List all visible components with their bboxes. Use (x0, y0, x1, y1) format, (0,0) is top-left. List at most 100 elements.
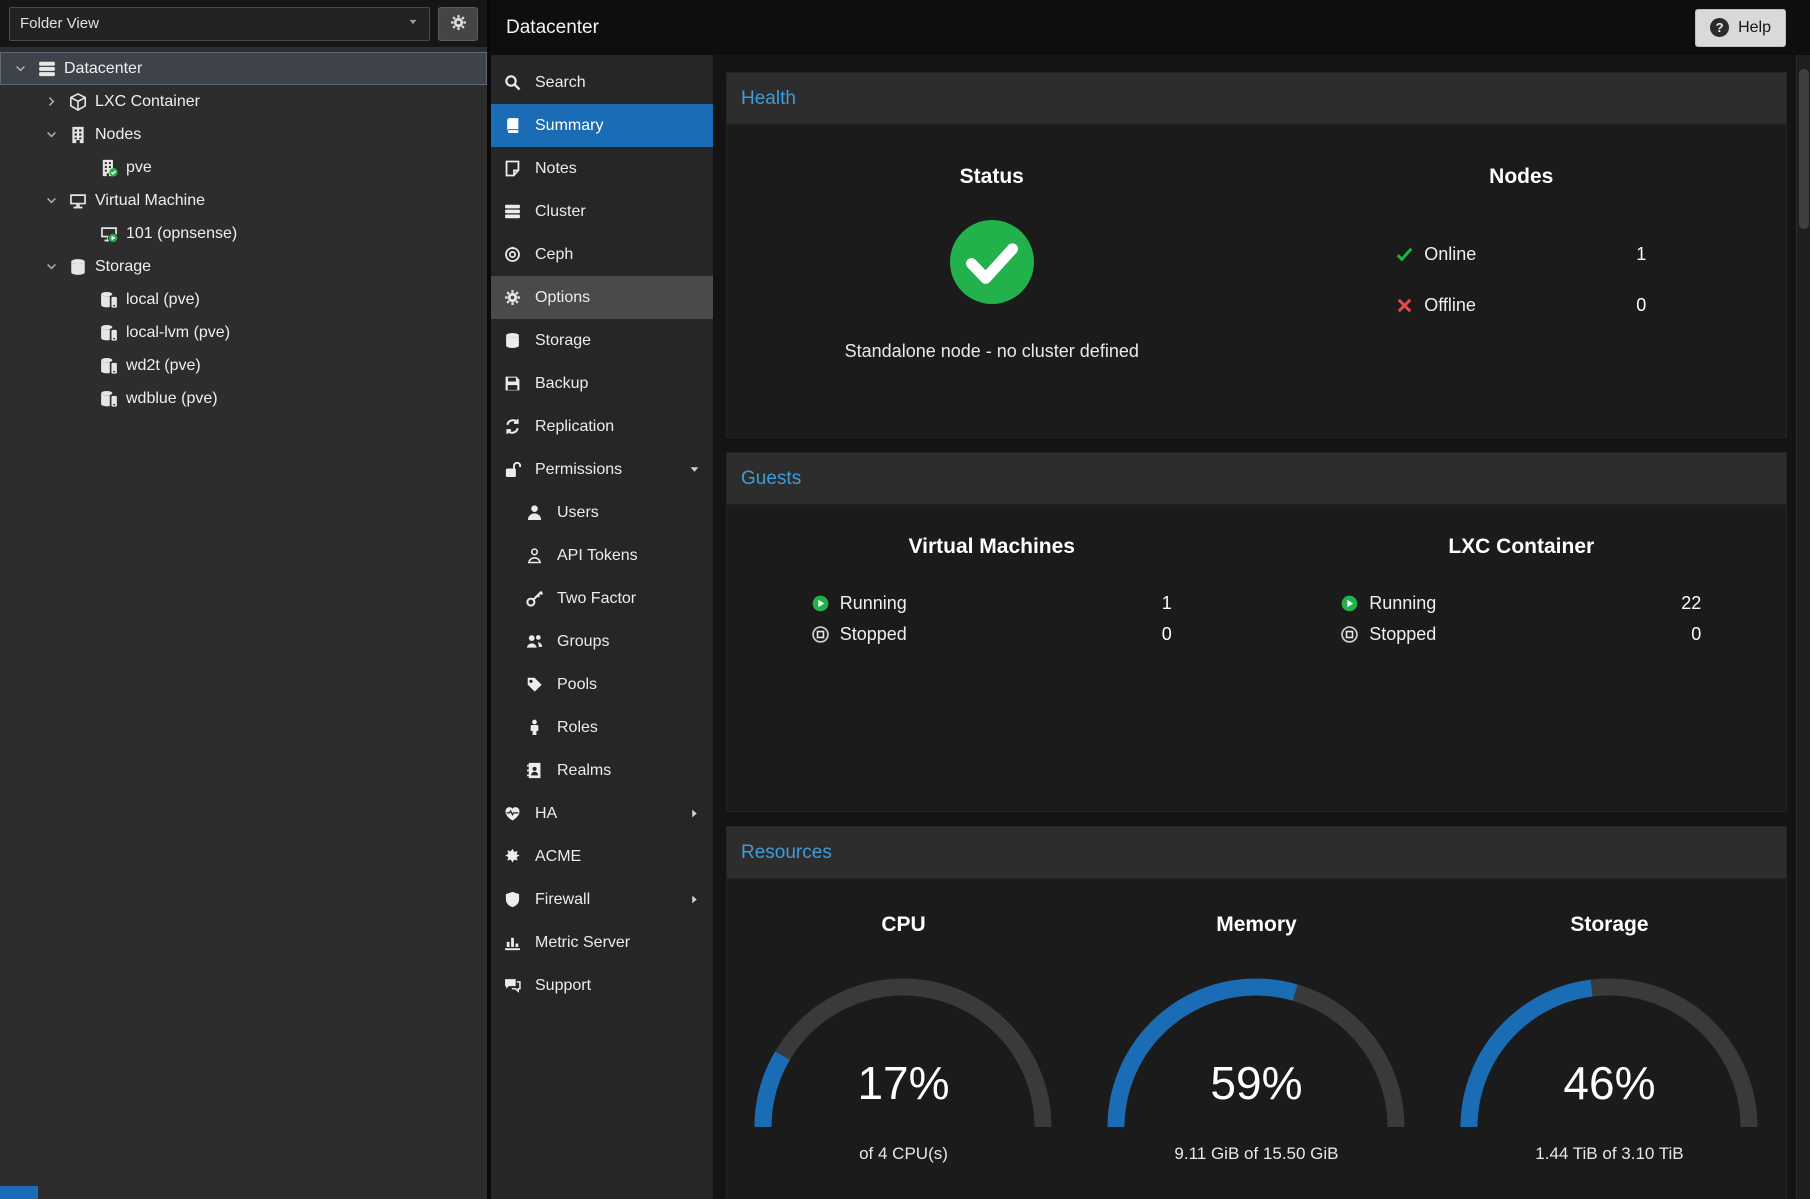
cluster-icon (503, 203, 522, 220)
resource-gauge-cpu: CPU17%of 4 CPU(s) (727, 879, 1080, 1164)
resources-panel-body: CPU17%of 4 CPU(s)Memory59%9.11 GiB of 15… (727, 879, 1786, 1199)
resources-panel-header: Resources (727, 827, 1786, 879)
stat-row-stopped: Stopped0 (1341, 619, 1701, 650)
resources-panel-title: Resources (741, 842, 832, 864)
menu-item-users[interactable]: Users (491, 491, 713, 534)
menu-item-storage[interactable]: Storage (491, 319, 713, 362)
summary-content: Health Status Standalone node - no clust… (713, 55, 1796, 1199)
menu-item-support[interactable]: Support (491, 964, 713, 1007)
menu-item-label: Roles (557, 719, 598, 737)
menu-item-pools[interactable]: Pools (491, 663, 713, 706)
gauge-title: Storage (1433, 913, 1786, 937)
menu-item-ha[interactable]: HA (491, 792, 713, 835)
stat-row-online: Online1 (1396, 229, 1646, 280)
menu-item-label: Storage (535, 332, 591, 350)
menu-item-label: Groups (557, 633, 609, 651)
chevron-down-icon[interactable] (41, 260, 61, 273)
menu-item-label: Realms (557, 762, 611, 780)
menu-item-metric-server[interactable]: Metric Server (491, 921, 713, 964)
view-mode-select[interactable]: Folder View (9, 7, 430, 41)
vertical-scrollbar[interactable] (1796, 55, 1810, 1199)
tree-item-wdblue-pve[interactable]: wdblue (pve) (0, 382, 487, 415)
menu-item-label: Ceph (535, 246, 573, 264)
chevron-down-icon[interactable] (41, 194, 61, 207)
menu-item-acme[interactable]: ACME (491, 835, 713, 878)
gauge-detail: of 4 CPU(s) (727, 1144, 1080, 1164)
tree-item-virtual-machine[interactable]: Virtual Machine (0, 184, 487, 217)
menu-item-roles[interactable]: Roles (491, 706, 713, 749)
menu-item-label: Metric Server (535, 934, 630, 952)
chart-bars-icon (503, 934, 522, 951)
menu-item-api-tokens[interactable]: API Tokens (491, 534, 713, 577)
menu-item-replication[interactable]: Replication (491, 405, 713, 448)
stat-row-running: Running1 (812, 588, 1172, 619)
column-heading: Virtual Machines (727, 535, 1257, 559)
chevron-down-icon[interactable] (10, 62, 30, 75)
guest-status-rows: Running22Stopped0 (1341, 588, 1701, 650)
tree-item-101-opnsense[interactable]: 101 (opnsense) (0, 217, 487, 250)
running-icon (812, 595, 829, 612)
note-icon (503, 160, 522, 177)
database-icon (69, 258, 87, 276)
menu-item-label: Permissions (535, 461, 622, 479)
menu-item-firewall[interactable]: Firewall (491, 878, 713, 921)
tree-item-wd2t-pve[interactable]: wd2t (pve) (0, 349, 487, 382)
menu-item-label: Options (535, 289, 590, 307)
guests-panel-title: Guests (741, 468, 801, 490)
tree-item-lxc-container[interactable]: LXC Container (0, 85, 487, 118)
content-header: Datacenter ? Help (491, 0, 1810, 55)
tree-item-label: wd2t (pve) (126, 357, 201, 375)
stopped-icon (812, 626, 829, 643)
menu-item-permissions[interactable]: Permissions (491, 448, 713, 491)
guest-status-rows: Running1Stopped0 (812, 588, 1172, 650)
menu-item-label: Backup (535, 375, 588, 393)
tree-item-nodes[interactable]: Nodes (0, 118, 487, 151)
gauge-percent-value: 59% (1091, 1056, 1421, 1110)
chevron-right-icon[interactable] (41, 95, 61, 108)
resource-tree-panel: Folder View Datacenter LXC Container Nodes… (0, 0, 487, 1199)
menu-item-two-factor[interactable]: Two Factor (491, 577, 713, 620)
unlock-icon (503, 461, 522, 478)
chevron-down-icon[interactable] (41, 128, 61, 141)
health-panel-title: Health (741, 88, 796, 110)
menu-item-backup[interactable]: Backup (491, 362, 713, 405)
tree-item-local-lvm-pve[interactable]: local-lvm (pve) (0, 316, 487, 349)
status-ok-icon (727, 220, 1257, 304)
stat-label: Stopped (840, 624, 907, 645)
tag-icon (525, 676, 544, 693)
tree-settings-button[interactable] (438, 7, 478, 41)
scrollbar-thumb[interactable] (1799, 69, 1809, 229)
content-body: Search SummaryNotesCluster Ceph Options Stor… (491, 55, 1810, 1199)
storage-disk-icon (100, 291, 118, 309)
node-status-rows: Online1Offline0 (1396, 229, 1646, 331)
gauge-arc: 46% (1444, 961, 1774, 1136)
tree-item-pve[interactable]: pve (0, 151, 487, 184)
database-icon (503, 332, 522, 349)
user-icon (525, 504, 544, 521)
menu-item-options[interactable]: Options (491, 276, 713, 319)
gauge-arc: 59% (1091, 961, 1421, 1136)
chat-icon (503, 977, 522, 994)
stopped-icon (1341, 626, 1358, 643)
menu-item-search[interactable]: Search (491, 61, 713, 104)
menu-item-cluster[interactable]: Cluster (491, 190, 713, 233)
tree-item-storage[interactable]: Storage (0, 250, 487, 283)
ceph-icon (503, 246, 522, 263)
tree-item-label: Nodes (95, 126, 141, 144)
stat-label: Stopped (1369, 624, 1436, 645)
tree-item-datacenter[interactable]: Datacenter (0, 52, 487, 85)
guests-panel-body: Virtual MachinesRunning1Stopped0LXC Cont… (727, 505, 1786, 811)
help-button[interactable]: ? Help (1695, 9, 1786, 47)
menu-item-groups[interactable]: Groups (491, 620, 713, 663)
shield-icon (503, 891, 522, 908)
tree-item-label: Datacenter (64, 60, 142, 78)
menu-item-ceph[interactable]: Ceph (491, 233, 713, 276)
health-nodes-column: Nodes Online1Offline0 (1257, 125, 1787, 437)
menu-item-label: Search (535, 74, 586, 92)
tree-item-local-pve[interactable]: local (pve) (0, 283, 487, 316)
menu-item-summary[interactable]: Summary (491, 104, 713, 147)
vm-running-icon (100, 225, 118, 243)
menu-item-realms[interactable]: Realms (491, 749, 713, 792)
menu-item-notes[interactable]: Notes (491, 147, 713, 190)
menu-item-label: Replication (535, 418, 614, 436)
